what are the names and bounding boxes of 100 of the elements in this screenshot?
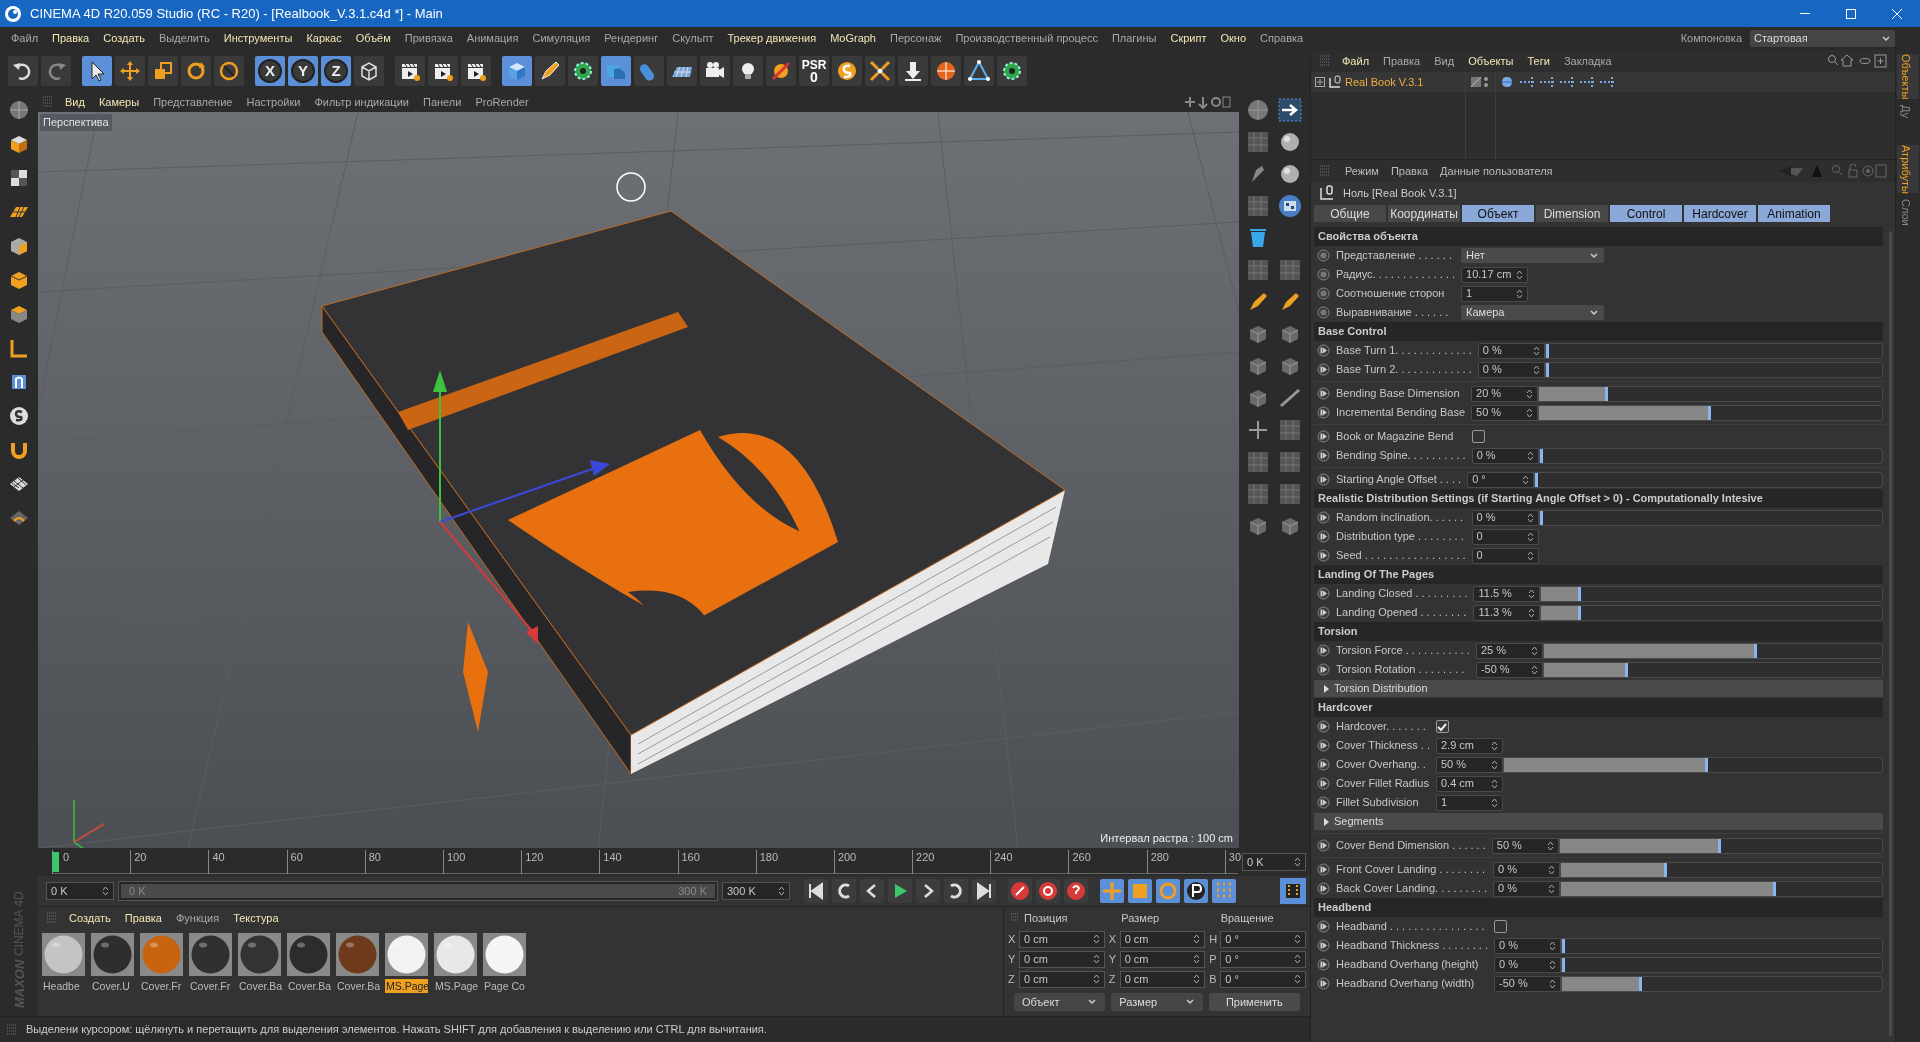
menu-item[interactable]: Симуляция	[525, 30, 598, 47]
coordinate-field[interactable]: 0 cm	[1119, 950, 1206, 968]
number-field[interactable]: 50 %	[1435, 756, 1503, 773]
menu-item[interactable]: Текстура	[226, 909, 286, 927]
menu-item[interactable]: Функция	[169, 909, 227, 927]
coordinate-field[interactable]: 0 °	[1220, 950, 1306, 968]
menu-item[interactable]: Представление	[146, 93, 240, 111]
side-tab[interactable]: Атрибуты	[1897, 144, 1919, 194]
menu-item[interactable]: Каркас	[299, 30, 349, 47]
collapsible-group[interactable]: Torsion Distribution	[1314, 680, 1883, 697]
menu-item[interactable]: Фильтр индикации	[307, 93, 416, 111]
menu-item[interactable]: Панели	[415, 93, 469, 111]
layout-dropdown[interactable]: Стартовая	[1750, 30, 1895, 47]
menu-item[interactable]: Правка	[117, 909, 169, 927]
menu-item[interactable]: Файл	[4, 30, 46, 47]
menu-item[interactable]: Объекты	[1461, 52, 1521, 70]
side-tab[interactable]: Слои	[1897, 199, 1919, 227]
menu-item[interactable]: Объём	[348, 30, 398, 47]
end-frame-field[interactable]: 300 K	[722, 882, 790, 900]
number-field[interactable]: 10.17 cm	[1461, 266, 1529, 283]
apply-button[interactable]: Применить	[1208, 993, 1300, 1011]
tab[interactable]: Control	[1610, 205, 1682, 222]
number-field[interactable]: 0 °	[1467, 471, 1535, 488]
material-swatch[interactable]: MS.Page	[434, 933, 477, 993]
axis-lock-button[interactable]: X	[255, 56, 285, 86]
menu-item[interactable]: Выделить	[152, 30, 217, 47]
number-field[interactable]: 0 %	[1494, 956, 1562, 973]
number-field[interactable]: 50 %	[1491, 837, 1559, 854]
menu-item[interactable]: Анимация	[459, 30, 526, 47]
side-tab[interactable]: Ду	[1897, 105, 1919, 119]
tab[interactable]: Общие	[1314, 205, 1386, 222]
tab[interactable]: Hardcover	[1684, 205, 1756, 222]
coordinate-field[interactable]: 0 cm	[1119, 970, 1206, 988]
tab[interactable]: Dimension	[1536, 205, 1608, 222]
menu-item[interactable]: Справка	[1253, 30, 1311, 47]
menu-item[interactable]: Правка	[1384, 162, 1435, 180]
number-field[interactable]: -50 %	[1475, 661, 1543, 678]
number-field[interactable]: 0 %	[1477, 361, 1545, 378]
menu-item[interactable]: MoGraph	[823, 30, 883, 47]
menu-item[interactable]: Вид	[58, 93, 92, 111]
axis-lock-button[interactable]: Z	[321, 56, 351, 86]
menu-item[interactable]: Камеры	[91, 93, 147, 111]
axis-lock-button[interactable]: Y	[288, 56, 318, 86]
menu-item[interactable]: Скрипт	[1163, 30, 1214, 47]
menu-item[interactable]: Режим	[1339, 162, 1385, 180]
menu-item[interactable]: Рендеринг	[597, 30, 666, 47]
dropdown[interactable]: Камера	[1461, 305, 1605, 320]
menu-item[interactable]: Привязка	[397, 30, 460, 47]
material-swatch[interactable]: Cover.Ba	[238, 933, 281, 993]
coordinate-field[interactable]: 0 °	[1220, 930, 1306, 948]
coordinate-field[interactable]: 0 °	[1220, 970, 1306, 988]
number-field[interactable]: 0 %	[1493, 861, 1560, 878]
menu-item[interactable]: Данные пользователя	[1434, 162, 1559, 180]
psr-button[interactable]: PSR 0	[799, 56, 829, 86]
number-field[interactable]: 0 %	[1471, 509, 1539, 526]
menu-item[interactable]: Производственный процесс	[948, 30, 1105, 47]
number-field[interactable]: 0.4 cm	[1435, 775, 1503, 792]
tab[interactable]: Animation	[1758, 205, 1830, 222]
number-field[interactable]: 50 %	[1471, 404, 1539, 421]
number-field[interactable]: 20 %	[1471, 385, 1539, 402]
number-field[interactable]: 0 %	[1494, 937, 1562, 954]
side-tab[interactable]: Объекты	[1897, 54, 1919, 100]
menu-item[interactable]: Создать	[62, 909, 118, 927]
menu-item[interactable]: Персонаж	[883, 30, 949, 47]
menu-item[interactable]: Окно	[1213, 30, 1254, 47]
material-swatch[interactable]: Cover.Ba	[336, 933, 379, 993]
coordinate-field[interactable]: 0 cm	[1019, 950, 1105, 968]
dropdown[interactable]: Нет	[1461, 248, 1605, 263]
number-field[interactable]: 1	[1435, 794, 1503, 811]
menu-item[interactable]: ProRender	[468, 93, 536, 111]
tab[interactable]: Координаты	[1388, 205, 1460, 222]
material-swatch[interactable]: Cover.Ba	[287, 933, 330, 993]
menu-item[interactable]: Плагины	[1104, 30, 1164, 47]
tab[interactable]: Объект	[1462, 205, 1534, 222]
menu-item[interactable]: Теги	[1520, 52, 1557, 70]
material-swatch[interactable]: Headbe	[42, 933, 85, 993]
material-swatch[interactable]: Cover.Fr	[140, 933, 183, 993]
menu-item[interactable]: Правка	[45, 30, 97, 47]
number-field[interactable]: 25 %	[1475, 642, 1543, 659]
number-field[interactable]: 0 %	[1471, 447, 1539, 464]
coordinate-field[interactable]: 0 cm	[1019, 970, 1105, 988]
number-field[interactable]: 1	[1461, 285, 1529, 302]
menu-item[interactable]: Закладка	[1556, 52, 1619, 70]
coordinate-field[interactable]: 0 cm	[1019, 930, 1105, 948]
menu-item[interactable]: Создать	[96, 30, 153, 47]
number-field[interactable]: 11.3 %	[1473, 604, 1541, 621]
menu-item[interactable]: Настройки	[239, 93, 308, 111]
number-field[interactable]: -50 %	[1494, 975, 1562, 992]
number-field[interactable]: 0	[1471, 528, 1539, 545]
material-swatch[interactable]: Page Co	[483, 933, 526, 993]
current-frame-field[interactable]: 0 K	[1242, 853, 1306, 871]
start-frame-field[interactable]: 0 K	[46, 882, 114, 900]
number-field[interactable]: 11.5 %	[1473, 585, 1541, 602]
menu-item[interactable]: Правка	[1376, 52, 1428, 70]
mode-dropdown[interactable]: Размер	[1111, 993, 1203, 1011]
mode-dropdown[interactable]: Объект	[1014, 993, 1106, 1011]
menu-item[interactable]: Скульпт	[665, 30, 721, 47]
menu-item[interactable]: Трекер движения	[720, 30, 824, 47]
menu-item[interactable]: Инструменты	[216, 30, 300, 47]
menu-item[interactable]: Вид	[1427, 52, 1462, 70]
